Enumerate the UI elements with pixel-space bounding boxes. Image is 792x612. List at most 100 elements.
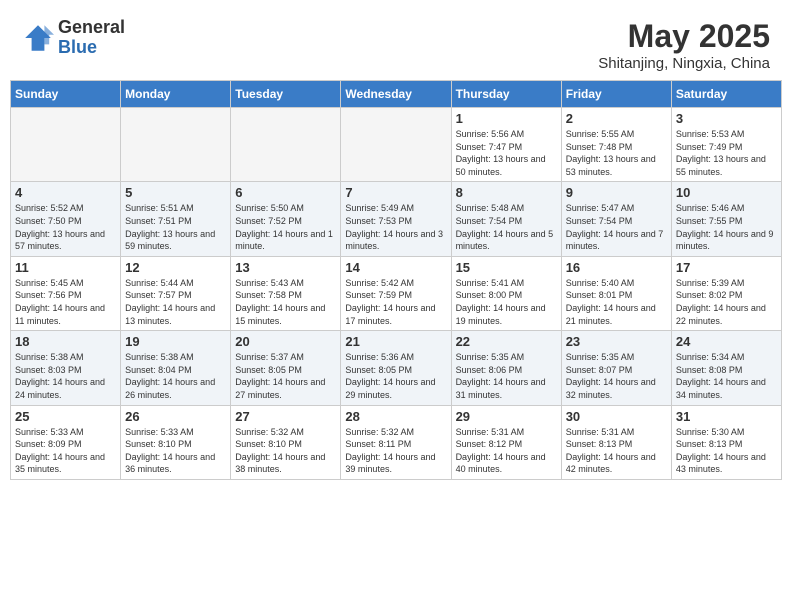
calendar-week-2: 4 Sunrise: 5:52 AMSunset: 7:50 PMDaylight… [11,182,782,256]
calendar-day: 26 Sunrise: 5:33 AMSunset: 8:10 PMDayligh… [121,405,231,479]
day-info: Sunrise: 5:36 AMSunset: 8:05 PMDaylight:… [345,351,446,401]
calendar-day: 4 Sunrise: 5:52 AMSunset: 7:50 PMDaylight… [11,182,121,256]
day-number: 2 [566,111,667,126]
calendar-day [341,108,451,182]
calendar-day: 9 Sunrise: 5:47 AMSunset: 7:54 PMDaylight… [561,182,671,256]
logo-text: General Blue [58,18,125,58]
day-info: Sunrise: 5:52 AMSunset: 7:50 PMDaylight:… [15,202,116,252]
calendar-day: 25 Sunrise: 5:33 AMSunset: 8:09 PMDayligh… [11,405,121,479]
day-number: 30 [566,409,667,424]
calendar-week-5: 25 Sunrise: 5:33 AMSunset: 8:09 PMDayligh… [11,405,782,479]
calendar-day: 17Sunrise: 5:39 AMSunset: 8:02 PMDayligh… [671,256,781,330]
day-info: Sunrise: 5:34 AMSunset: 8:08 PMDaylight:… [676,351,777,401]
calendar-header-row: SundayMondayTuesdayWednesdayThursdayFrid… [11,81,782,108]
page-header: General Blue May 2025 Shitanjing, Ningxi… [10,10,782,76]
calendar-day: 10Sunrise: 5:46 AMSunset: 7:55 PMDayligh… [671,182,781,256]
day-number: 11 [15,260,116,275]
day-info: Sunrise: 5:48 AMSunset: 7:54 PMDaylight:… [456,202,557,252]
day-number: 4 [15,185,116,200]
calendar-day: 27 Sunrise: 5:32 AMSunset: 8:10 PMDayligh… [231,405,341,479]
day-info: Sunrise: 5:53 AMSunset: 7:49 PMDaylight:… [676,128,777,178]
day-info: Sunrise: 5:35 AMSunset: 8:07 PMDaylight:… [566,351,667,401]
calendar-day: 3 Sunrise: 5:53 AMSunset: 7:49 PMDaylight… [671,108,781,182]
day-info: Sunrise: 5:31 AMSunset: 8:12 PMDaylight:… [456,426,557,476]
day-number: 9 [566,185,667,200]
day-info: Sunrise: 5:33 AMSunset: 8:10 PMDaylight:… [125,426,226,476]
day-info: Sunrise: 5:45 AMSunset: 7:56 PMDaylight:… [15,277,116,327]
calendar-week-1: 1Sunrise: 5:56 AMSunset: 7:47 PMDaylight… [11,108,782,182]
day-number: 17 [676,260,777,275]
calendar-day [11,108,121,182]
day-number: 5 [125,185,226,200]
day-number: 22 [456,334,557,349]
calendar-day: 14 Sunrise: 5:42 AMSunset: 7:59 PMDayligh… [341,256,451,330]
day-number: 19 [125,334,226,349]
calendar-day: 13Sunrise: 5:43 AMSunset: 7:58 PMDayligh… [231,256,341,330]
day-header-sunday: Sunday [11,81,121,108]
day-number: 6 [235,185,336,200]
day-number: 25 [15,409,116,424]
day-info: Sunrise: 5:49 AMSunset: 7:53 PMDaylight:… [345,202,446,252]
calendar-day: 24 Sunrise: 5:34 AMSunset: 8:08 PMDayligh… [671,331,781,405]
calendar-day: 5 Sunrise: 5:51 AMSunset: 7:51 PMDaylight… [121,182,231,256]
day-info: Sunrise: 5:33 AMSunset: 8:09 PMDaylight:… [15,426,116,476]
day-info: Sunrise: 5:32 AMSunset: 8:11 PMDaylight:… [345,426,446,476]
day-info: Sunrise: 5:37 AMSunset: 8:05 PMDaylight:… [235,351,336,401]
calendar-day: 7 Sunrise: 5:49 AMSunset: 7:53 PMDaylight… [341,182,451,256]
day-info: Sunrise: 5:51 AMSunset: 7:51 PMDaylight:… [125,202,226,252]
calendar-day: 15Sunrise: 5:41 AMSunset: 8:00 PMDayligh… [451,256,561,330]
calendar-day: 19Sunrise: 5:38 AMSunset: 8:04 PMDayligh… [121,331,231,405]
day-info: Sunrise: 5:55 AMSunset: 7:48 PMDaylight:… [566,128,667,178]
day-info: Sunrise: 5:42 AMSunset: 7:59 PMDaylight:… [345,277,446,327]
day-number: 3 [676,111,777,126]
day-info: Sunrise: 5:30 AMSunset: 8:13 PMDaylight:… [676,426,777,476]
day-header-tuesday: Tuesday [231,81,341,108]
calendar-day: 20Sunrise: 5:37 AMSunset: 8:05 PMDayligh… [231,331,341,405]
day-info: Sunrise: 5:47 AMSunset: 7:54 PMDaylight:… [566,202,667,252]
calendar-day: 31 Sunrise: 5:30 AMSunset: 8:13 PMDayligh… [671,405,781,479]
day-number: 24 [676,334,777,349]
day-number: 21 [345,334,446,349]
calendar-day: 2 Sunrise: 5:55 AMSunset: 7:48 PMDaylight… [561,108,671,182]
day-header-saturday: Saturday [671,81,781,108]
calendar-day: 21 Sunrise: 5:36 AMSunset: 8:05 PMDayligh… [341,331,451,405]
calendar-day: 6 Sunrise: 5:50 AMSunset: 7:52 PMDaylight… [231,182,341,256]
day-number: 31 [676,409,777,424]
calendar-week-3: 11 Sunrise: 5:45 AMSunset: 7:56 PMDayligh… [11,256,782,330]
day-number: 12 [125,260,226,275]
day-number: 18 [15,334,116,349]
logo: General Blue [22,18,125,58]
day-number: 29 [456,409,557,424]
day-number: 16 [566,260,667,275]
calendar-day: 1Sunrise: 5:56 AMSunset: 7:47 PMDaylight… [451,108,561,182]
day-info: Sunrise: 5:38 AMSunset: 8:03 PMDaylight:… [15,351,116,401]
day-header-monday: Monday [121,81,231,108]
main-title: May 2025 [598,18,770,55]
day-info: Sunrise: 5:35 AMSunset: 8:06 PMDaylight:… [456,351,557,401]
day-info: Sunrise: 5:40 AMSunset: 8:01 PMDaylight:… [566,277,667,327]
calendar-day: 22 Sunrise: 5:35 AMSunset: 8:06 PMDayligh… [451,331,561,405]
day-number: 26 [125,409,226,424]
day-info: Sunrise: 5:50 AMSunset: 7:52 PMDaylight:… [235,202,336,252]
calendar-day: 30 Sunrise: 5:31 AMSunset: 8:13 PMDayligh… [561,405,671,479]
day-info: Sunrise: 5:56 AMSunset: 7:47 PMDaylight:… [456,128,557,178]
day-header-thursday: Thursday [451,81,561,108]
calendar-day [231,108,341,182]
logo-general-text: General [58,18,125,38]
day-number: 7 [345,185,446,200]
day-number: 14 [345,260,446,275]
day-info: Sunrise: 5:32 AMSunset: 8:10 PMDaylight:… [235,426,336,476]
day-info: Sunrise: 5:31 AMSunset: 8:13 PMDaylight:… [566,426,667,476]
calendar-day: 28Sunrise: 5:32 AMSunset: 8:11 PMDayligh… [341,405,451,479]
subtitle: Shitanjing, Ningxia, China [598,55,770,72]
day-number: 27 [235,409,336,424]
logo-blue-text: Blue [58,38,125,58]
calendar-day: 23 Sunrise: 5:35 AMSunset: 8:07 PMDayligh… [561,331,671,405]
calendar-day: 8Sunrise: 5:48 AMSunset: 7:54 PMDaylight… [451,182,561,256]
calendar-week-4: 18 Sunrise: 5:38 AMSunset: 8:03 PMDayligh… [11,331,782,405]
calendar-day: 11 Sunrise: 5:45 AMSunset: 7:56 PMDayligh… [11,256,121,330]
logo-icon [22,22,54,54]
calendar-day: 12Sunrise: 5:44 AMSunset: 7:57 PMDayligh… [121,256,231,330]
day-number: 23 [566,334,667,349]
calendar-day: 29 Sunrise: 5:31 AMSunset: 8:12 PMDayligh… [451,405,561,479]
